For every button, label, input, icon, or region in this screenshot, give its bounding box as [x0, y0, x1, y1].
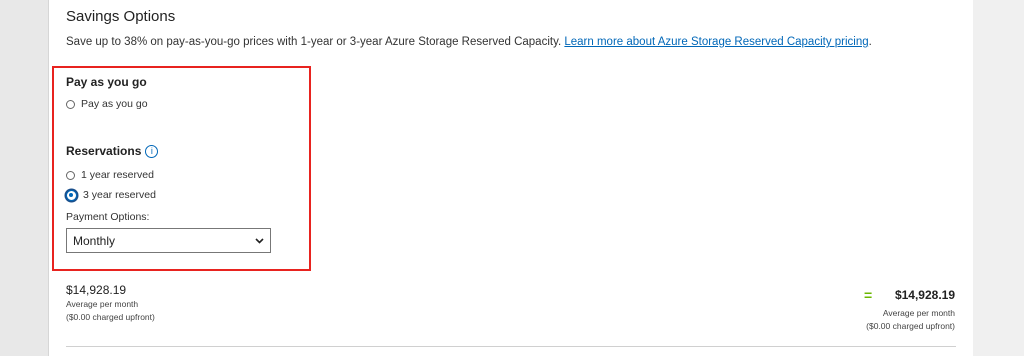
- payg-radio[interactable]: [66, 99, 75, 109]
- three-year-radio-option[interactable]: 3 year reserved: [66, 189, 156, 201]
- three-year-radio[interactable]: [66, 189, 77, 201]
- payg-radio-option[interactable]: Pay as you go: [66, 98, 148, 110]
- payment-options-label: Payment Options:: [66, 211, 150, 223]
- chevron-down-icon: [255, 237, 264, 244]
- average-caption-right: Average per month: [882, 308, 955, 318]
- description-period: .: [868, 36, 872, 48]
- payg-heading: Pay as you go: [66, 75, 147, 89]
- one-year-radio-label: 1 year reserved: [81, 169, 154, 181]
- one-year-radio[interactable]: [66, 170, 75, 180]
- reservations-heading: Reservations i: [66, 144, 159, 158]
- payment-options-select[interactable]: Monthly: [66, 228, 271, 253]
- average-caption-left: Average per month: [66, 299, 139, 309]
- right-gutter: [973, 0, 1024, 356]
- equals-sign: =: [864, 287, 873, 303]
- info-icon[interactable]: i: [145, 145, 159, 158]
- description-text: Save up to 38% on pay-as-you-go prices w…: [66, 36, 565, 48]
- monthly-price-total: $14,928.19: [894, 288, 955, 302]
- upfront-caption-right: ($0.00 charged upfront): [866, 321, 955, 331]
- learn-more-link[interactable]: Learn more about Azure Storage Reserved …: [564, 36, 868, 48]
- upfront-caption-left: ($0.00 charged upfront): [66, 312, 155, 322]
- section-title: Savings Options: [66, 8, 176, 25]
- savings-description: Save up to 38% on pay-as-you-go prices w…: [66, 36, 872, 48]
- payg-radio-label: Pay as you go: [81, 98, 148, 110]
- reservations-heading-text: Reservations: [66, 144, 142, 158]
- one-year-radio-option[interactable]: 1 year reserved: [66, 169, 154, 181]
- three-year-radio-label: 3 year reserved: [83, 189, 156, 201]
- monthly-price-left: $14,928.19: [66, 283, 127, 297]
- divider: [66, 346, 956, 347]
- payment-options-value: Monthly: [73, 233, 116, 248]
